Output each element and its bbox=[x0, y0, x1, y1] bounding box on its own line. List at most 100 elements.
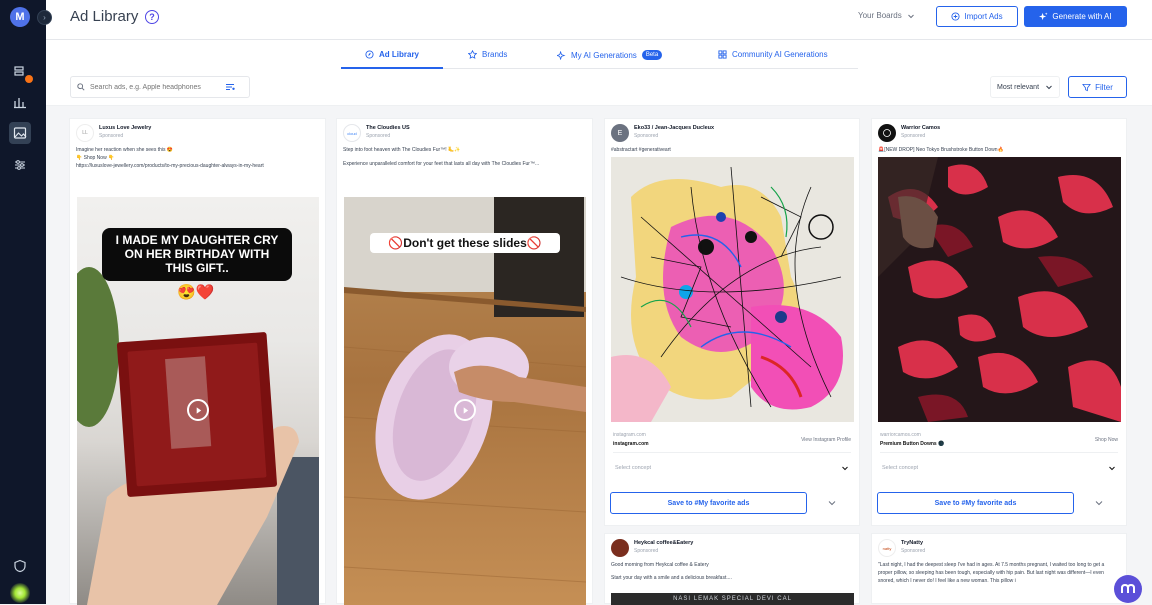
tab-my-ai-generations[interactable]: My AI Generations Beta bbox=[557, 50, 663, 60]
ad-card[interactable]: Warrior Camos Sponsored 🚨[NEW DROP] Neo … bbox=[871, 118, 1127, 526]
star-icon bbox=[468, 50, 477, 59]
ad-copy: Step into foot heaven with The Cloudies … bbox=[337, 142, 592, 169]
chevron-down-icon bbox=[828, 501, 836, 506]
layers-icon[interactable] bbox=[9, 61, 33, 83]
tab-bar: Ad Library Brands My AI Generations Beta… bbox=[46, 40, 1152, 70]
concept-placeholder: Select concept bbox=[615, 465, 652, 471]
shield-icon[interactable] bbox=[9, 555, 31, 577]
tab-brands[interactable]: Brands bbox=[468, 50, 507, 59]
ad-image[interactable] bbox=[611, 157, 854, 422]
ad-video[interactable]: I MADE MY DAUGHTER CRY ON HER BIRTHDAY W… bbox=[77, 197, 319, 605]
video-caption: I MADE MY DAUGHTER CRY ON HER BIRTHDAY W… bbox=[102, 228, 292, 282]
image-banner-text: NASI LEMAK SPECIAL DEVI CAL bbox=[673, 596, 792, 602]
more-options-button[interactable] bbox=[1082, 492, 1116, 514]
tab-label: Brands bbox=[482, 50, 508, 59]
active-tab-indicator bbox=[341, 67, 443, 69]
tab-ad-library[interactable]: Ad Library bbox=[365, 50, 419, 59]
ad-copy-line: Imagine her reaction when she sees this … bbox=[76, 147, 174, 153]
chevron-down-icon bbox=[1046, 85, 1052, 90]
divider bbox=[613, 452, 851, 453]
save-to-favorites-button[interactable]: Save to #My favorite ads bbox=[877, 492, 1074, 514]
sparkle-icon bbox=[557, 50, 566, 60]
sidebar: M bbox=[0, 0, 46, 604]
import-ads-label: Import Ads bbox=[964, 12, 1003, 21]
ad-copy-line: Step into foot heaven with The Cloudies … bbox=[343, 147, 461, 153]
more-options-button[interactable] bbox=[815, 492, 849, 514]
sponsored-label: Sponsored bbox=[634, 548, 659, 554]
concept-placeholder: Select concept bbox=[882, 465, 919, 471]
notification-badge bbox=[25, 75, 33, 83]
search-box bbox=[70, 76, 250, 98]
ad-card[interactable]: cloud The Cloudies US Sponsored Step int… bbox=[336, 118, 593, 605]
brand-name[interactable]: Luxus Love Jewelry bbox=[99, 125, 151, 131]
ad-link[interactable]: https://luxuslove-jewellery.com/products… bbox=[76, 163, 319, 171]
tab-label: My AI Generations bbox=[571, 50, 637, 60]
chevron-down-icon bbox=[1095, 501, 1103, 506]
ad-copy-line: Good morning from Heykcal coffee & Eater… bbox=[611, 562, 709, 568]
generate-with-ai-button[interactable]: Generate with AI bbox=[1024, 6, 1127, 27]
ad-copy-line: "Last night, I had the deepest sleep I'v… bbox=[878, 562, 1105, 584]
save-label: Save to #My favorite ads bbox=[667, 499, 750, 507]
ad-card[interactable]: E Eko33 / Jean-Jacques Ducleux Sponsored… bbox=[604, 118, 860, 526]
play-icon[interactable] bbox=[454, 399, 476, 421]
compass-icon bbox=[365, 50, 374, 59]
ad-card[interactable]: natty TryNatty Sponsored "Last night, I … bbox=[871, 533, 1127, 604]
ad-image[interactable] bbox=[878, 157, 1121, 422]
ad-copy: "Last night, I had the deepest sleep I'v… bbox=[872, 557, 1126, 585]
top-header: Ad Library ? Your Boards Import Ads Gene… bbox=[46, 0, 1152, 40]
video-caption: 🚫Don't get these slides🚫 bbox=[370, 233, 560, 253]
status-glow bbox=[10, 583, 30, 603]
generate-label: Generate with AI bbox=[1052, 12, 1112, 21]
ad-image[interactable]: NASI LEMAK SPECIAL DEVI CAL bbox=[611, 593, 854, 605]
plus-circle-icon bbox=[951, 12, 960, 21]
filter-label: Filter bbox=[1095, 82, 1113, 92]
bar-chart-icon[interactable] bbox=[9, 91, 31, 113]
image-icon[interactable] bbox=[9, 122, 31, 144]
brand-avatar bbox=[611, 539, 629, 557]
sponsored-label: Sponsored bbox=[634, 133, 659, 139]
ad-video[interactable]: 🚫Don't get these slides🚫 bbox=[344, 197, 586, 605]
brand-name[interactable]: TryNatty bbox=[901, 540, 925, 546]
sponsored-label: Sponsored bbox=[99, 133, 124, 139]
import-ads-button[interactable]: Import Ads bbox=[936, 6, 1018, 27]
play-icon[interactable] bbox=[187, 399, 209, 421]
ad-copy: Good morning from Heykcal coffee & Eater… bbox=[605, 557, 859, 583]
sort-dropdown[interactable]: Most relevant bbox=[990, 76, 1060, 98]
ad-card[interactable]: LL Luxus Love Jewelry Sponsored Imagine … bbox=[69, 118, 326, 605]
grid-icon bbox=[718, 50, 727, 59]
sliders-icon[interactable] bbox=[9, 154, 31, 176]
chat-support-button[interactable] bbox=[1114, 575, 1142, 603]
cta-link[interactable]: Shop Now bbox=[880, 437, 1118, 443]
chevron-down-icon bbox=[907, 14, 914, 18]
cta-label: Shop Now bbox=[1094, 437, 1118, 443]
help-icon[interactable]: ? bbox=[145, 10, 159, 24]
brand-name[interactable]: Warrior Camos bbox=[901, 125, 940, 131]
ad-copy-line: Start your day with a smile and a delici… bbox=[611, 574, 732, 581]
filter-button[interactable]: Filter bbox=[1068, 76, 1127, 98]
app-logo[interactable]: M bbox=[10, 7, 30, 27]
funnel-icon bbox=[1082, 83, 1092, 91]
select-concept-dropdown[interactable]: Select concept bbox=[613, 460, 851, 476]
search-input[interactable] bbox=[90, 83, 220, 91]
chevron-down-icon bbox=[1109, 466, 1115, 471]
emoji-caption: 😍❤️ bbox=[177, 284, 215, 301]
filter-toolbar: Most relevant Filter bbox=[46, 70, 1152, 106]
brand-name[interactable]: The Cloudies US bbox=[366, 125, 410, 131]
ad-copy-line: 🚨[NEW DROP] Neo Tokyo Brushstroke Button… bbox=[878, 147, 1004, 153]
brand-name[interactable]: Heykcal coffee&Eatery bbox=[634, 540, 693, 546]
your-boards-dropdown[interactable]: Your Boards bbox=[858, 11, 915, 20]
cta-link[interactable]: View Instagram Profile bbox=[613, 437, 851, 443]
sponsored-label: Sponsored bbox=[901, 548, 926, 554]
filter-lines-icon[interactable] bbox=[225, 83, 235, 91]
save-to-favorites-button[interactable]: Save to #My favorite ads bbox=[610, 492, 807, 514]
collapse-sidebar-button[interactable]: › bbox=[37, 10, 52, 25]
select-concept-dropdown[interactable]: Select concept bbox=[880, 460, 1118, 476]
boards-label: Your Boards bbox=[858, 11, 902, 20]
brand-avatar: cloud bbox=[343, 124, 361, 142]
ad-copy-line: Experience unparalleled comfort for your… bbox=[343, 160, 540, 167]
ad-copy: 🚨[NEW DROP] Neo Tokyo Brushstroke Button… bbox=[872, 142, 1126, 155]
tab-community-ai-generations[interactable]: Community AI Generations bbox=[718, 50, 828, 59]
divider bbox=[880, 452, 1118, 453]
ad-card[interactable]: Heykcal coffee&Eatery Sponsored Good mor… bbox=[604, 533, 860, 605]
brand-name[interactable]: Eko33 / Jean-Jacques Ducleux bbox=[634, 125, 714, 131]
